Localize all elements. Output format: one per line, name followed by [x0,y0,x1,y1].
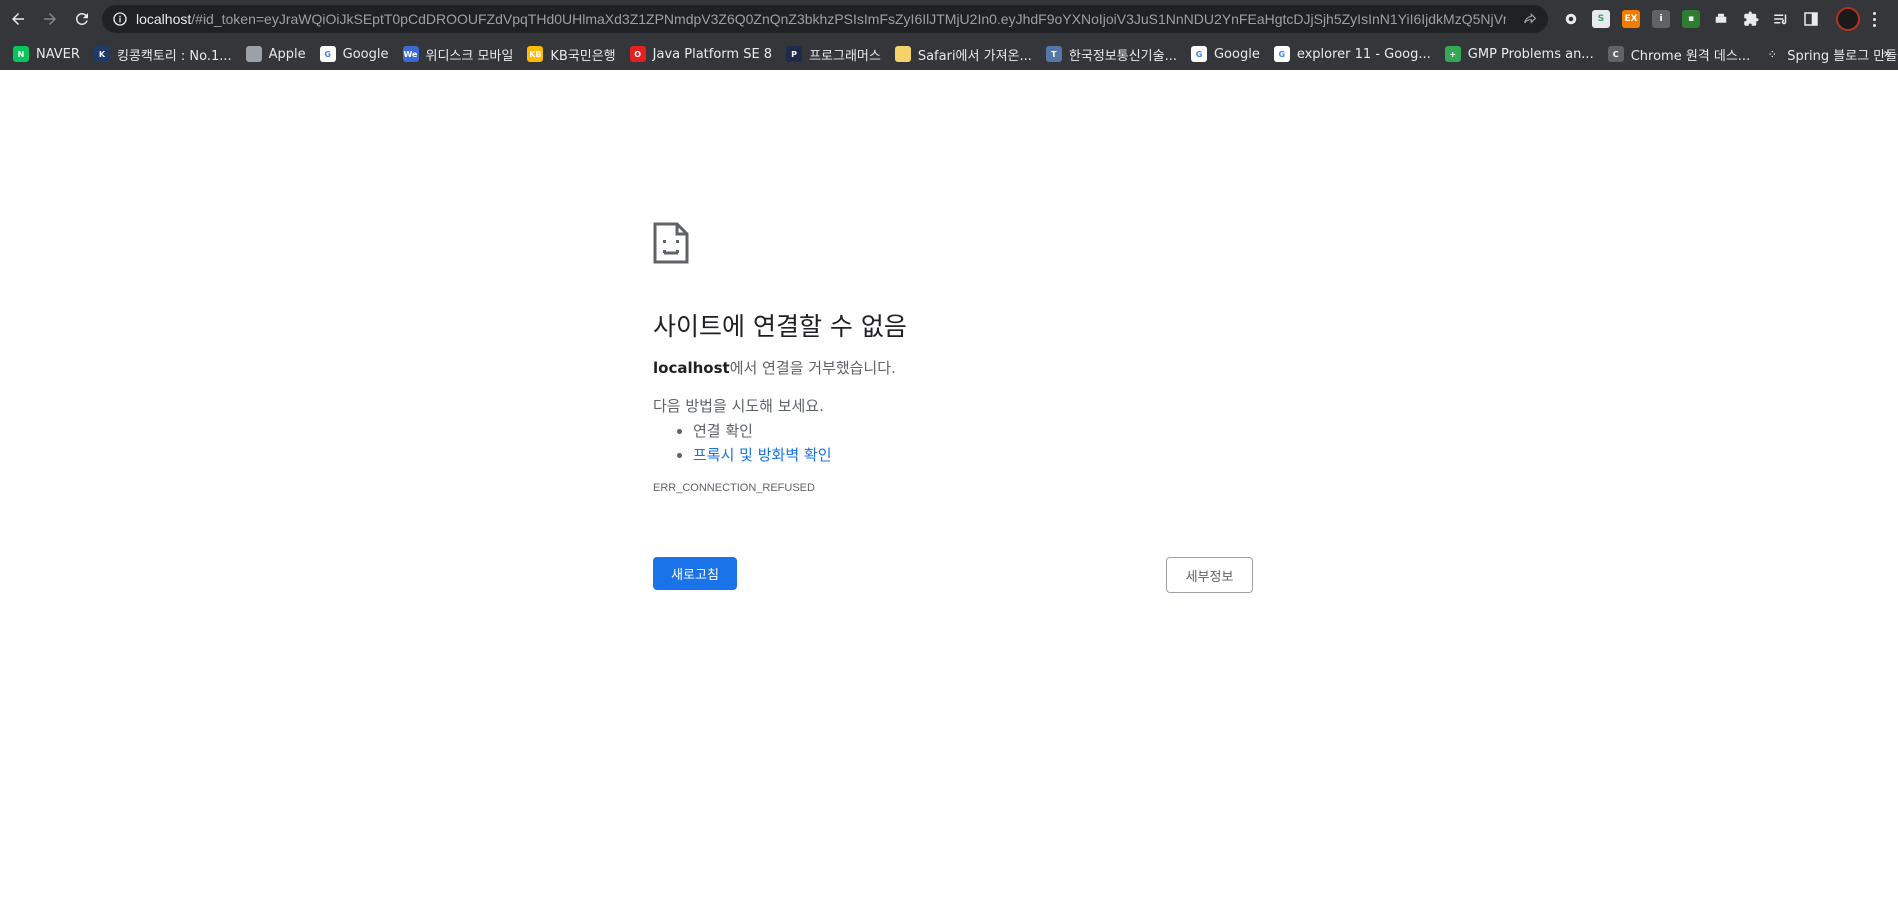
bookmark-item[interactable]: P 프로그래머스 [779,41,888,67]
kb-icon: KB [527,46,544,62]
bookmark-item[interactable]: Gexplorer 11 - Goog... [1267,41,1438,67]
bookmark-item[interactable]: ⁘ Spring 블로그 만들... [1757,41,1898,67]
settings-gear-ext-icon[interactable] [1562,10,1580,28]
url-host: localhost [136,11,192,27]
error-content: 사이트에 연결할 수 없음 localhost에서 연결을 거부했습니다. 다음… [653,222,1253,494]
wedisk-icon: We [402,46,419,62]
bookmark-item[interactable]: T 한국정보통신기술... [1039,41,1184,67]
bookmark-item[interactable]: + GMP Problems an... [1438,41,1601,67]
arrow-left-icon [12,13,24,25]
error-title: 사이트에 연결할 수 없음 [653,312,907,341]
bookmark-item[interactable]: K 킹콩캑토리 : No.1... [87,41,239,67]
bookmark-item[interactable]: O Java Platform SE 8 [623,41,779,67]
info-icon[interactable] [112,11,128,27]
arrow-right-icon [44,13,56,25]
bookmark-label: Java Platform SE 8 [652,46,773,62]
bookmark-label: KB국민은행 [550,48,616,64]
address-bar[interactable]: localhost/#id_token=eyJraWQiOiJkSEptT0pC… [102,5,1548,33]
kingkong-icon: K [93,46,110,62]
printer-ext-icon[interactable] [1712,10,1730,28]
bookmark-label: Safari에서 가져온... [917,48,1032,64]
bookmark-label: Google [1213,46,1260,62]
browser-toolbar: localhost/#id_token=eyJraWQiOiJkSEptT0pC… [0,0,1898,38]
reading-list-icon[interactable] [1772,10,1790,28]
spreadsheet-ext-icon[interactable]: S [1592,10,1610,28]
more-menu-icon[interactable] [1866,10,1882,28]
url-path: /#id_token=eyJraWQiOiJkSEptT0pCdDROOUFZd… [191,11,1506,27]
try-title: 다음 방법을 시도해 보세요. [653,397,824,415]
reload-button[interactable] [68,5,96,33]
forward-button[interactable] [36,5,64,33]
profile-avatar[interactable] [1836,7,1860,31]
reload-page-button[interactable]: 새로고침 [653,557,737,590]
info-ext-icon[interactable]: i [1652,10,1670,28]
bookmark-item[interactable]: KB KB국민은행 [520,41,622,67]
oracle-icon: O [629,46,646,62]
programmers-icon: P [786,46,803,62]
google-icon: G [319,46,336,62]
bookmark-item[interactable]: We 위디스크 모바일 [396,41,521,67]
share-icon[interactable] [1522,11,1538,27]
bookmark-label: 한국정보통신기술... [1068,48,1177,64]
bookmarks-overflow-icon[interactable]: » [1883,46,1892,62]
green-ext-icon[interactable]: ▪ [1682,10,1700,28]
suggestion-check-proxy-firewall: 프록시 및 방화벽 확인 [693,443,1253,467]
google-icon: G [1273,46,1290,62]
folder-icon [894,46,911,62]
apple-icon [245,46,262,62]
side-panel-icon[interactable] [1802,10,1820,28]
suggestions-list: 연결 확인 프록시 및 방화벽 확인 [653,419,1253,467]
puzzle-extensions-icon[interactable] [1742,10,1760,28]
google-icon: G [1190,46,1207,62]
bookmark-label: 프로그래머스 [809,48,881,64]
bookmark-label: NAVER [36,46,80,62]
bookmark-item[interactable]: G Google [1184,41,1267,67]
url-text[interactable]: localhost/#id_token=eyJraWQiOiJkSEptT0pC… [136,11,1506,27]
bookmark-item[interactable]: Safari에서 가져온... [888,41,1039,67]
remote-desktop-icon: C [1607,46,1624,62]
spring-icon: ⁘ [1764,46,1781,62]
bookmark-label: 위디스크 모바일 [425,48,514,64]
proxy-firewall-link[interactable]: 프록시 및 방화벽 확인 [693,446,832,464]
bookmark-item[interactable]: G Google [313,41,396,67]
bookmark-item[interactable]: Apple [239,41,313,67]
bookmark-label: Spring 블로그 만들... [1787,48,1898,64]
ex-ext-icon[interactable]: EX [1622,10,1640,28]
bookmark-label: Apple [268,46,306,62]
error-host: localhost [653,359,730,377]
bookmark-item[interactable]: N NAVER [6,41,87,67]
error-code: ERR_CONNECTION_REFUSED [653,482,815,494]
bookmark-label: Chrome 원격 데스... [1630,48,1751,64]
details-button[interactable]: 세부정보 [1166,557,1253,593]
gmp-icon: + [1444,46,1461,62]
bookmark-label: explorer 11 - Goog... [1296,46,1431,62]
error-description: localhost에서 연결을 거부했습니다. [653,357,1253,379]
suggestion-check-connection: 연결 확인 [693,419,1253,443]
extensions-area: S EX i ▪ [1556,0,1882,38]
error-desc-text: 에서 연결을 거부했습니다. [729,359,896,377]
bookmark-item[interactable]: C Chrome 원격 데스... [1601,41,1758,67]
bookmark-label: GMP Problems an... [1467,46,1594,62]
bookmarks-bar: N NAVER K 킹콩캑토리 : No.1... Apple G Google We 위디스크… [0,38,1898,70]
tta-icon: T [1045,46,1062,62]
reload-icon [75,12,88,25]
bookmark-label: 킹콩캑토리 : No.1... [116,48,232,64]
back-button[interactable] [4,5,32,33]
sad-page-icon [653,222,689,264]
bookmark-label: Google [342,46,389,62]
naver-icon: N [13,46,29,62]
